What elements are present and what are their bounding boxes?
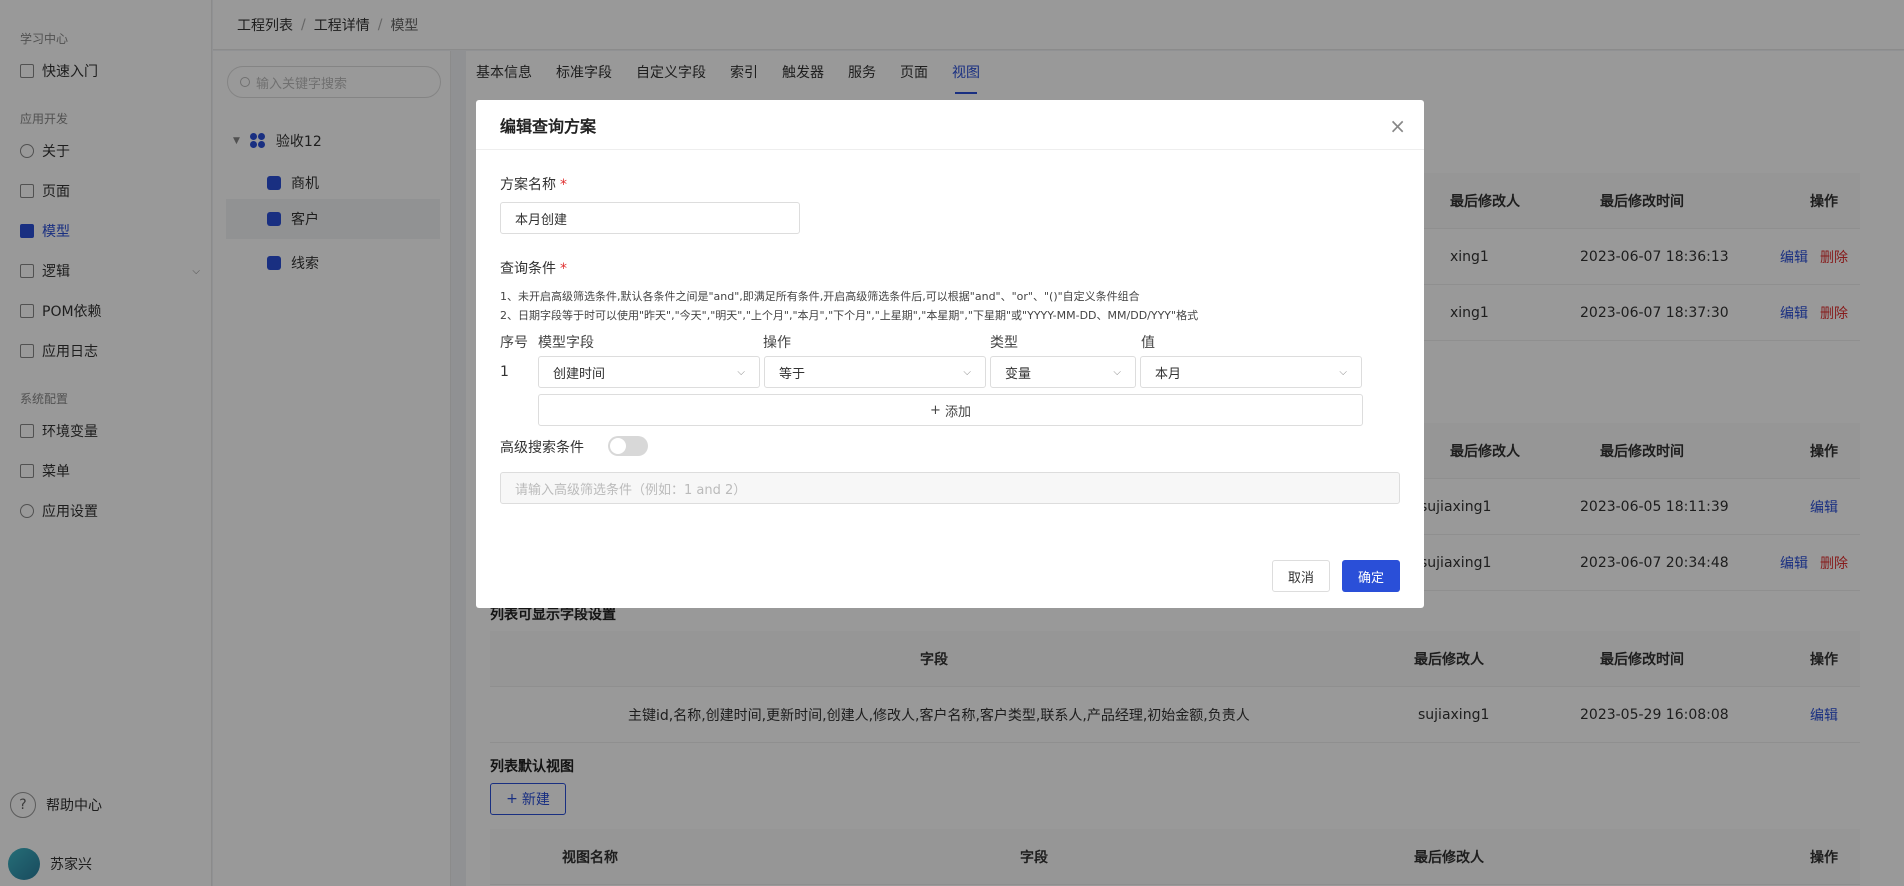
required-mark: * bbox=[560, 177, 567, 193]
col-header-type: 类型 bbox=[990, 335, 1018, 351]
required-mark: * bbox=[560, 261, 567, 277]
advanced-search-label: 高级搜索条件 bbox=[500, 440, 584, 456]
row-index: 1 bbox=[500, 364, 509, 380]
col-header-index: 序号 bbox=[500, 335, 528, 351]
plus-icon: + bbox=[930, 402, 941, 418]
confirm-button[interactable]: 确定 bbox=[1342, 560, 1400, 592]
col-header-value: 值 bbox=[1141, 335, 1155, 351]
edit-query-modal: 编辑查询方案 × 方案名称 * 本月创建 查询条件 * 1、未开启高级筛选条件,默认… bbox=[476, 100, 1424, 608]
advanced-search-toggle[interactable] bbox=[608, 436, 648, 456]
scheme-name-input[interactable]: 本月创建 bbox=[500, 202, 800, 234]
field-select[interactable]: 创建时间 ⌵ bbox=[538, 356, 760, 388]
advanced-condition-input[interactable]: 请输入高级筛选条件（例如：1 and 2） bbox=[500, 472, 1400, 504]
col-header-operator: 操作 bbox=[763, 335, 791, 351]
close-icon[interactable]: × bbox=[1389, 114, 1406, 138]
condition-note-1: 1、未开启高级筛选条件,默认各条件之间是"and",即满足所有条件,开启高级筛选… bbox=[500, 290, 1140, 303]
operator-select[interactable]: 等于 ⌵ bbox=[764, 356, 986, 388]
chevron-down-icon: ⌵ bbox=[1113, 366, 1121, 378]
col-header-field: 模型字段 bbox=[538, 335, 594, 351]
modal-title: 编辑查询方案 bbox=[476, 100, 1424, 150]
value-select[interactable]: 本月 ⌵ bbox=[1140, 356, 1362, 388]
chevron-down-icon: ⌵ bbox=[1339, 366, 1347, 378]
type-select[interactable]: 变量 ⌵ bbox=[990, 356, 1136, 388]
cancel-button[interactable]: 取消 bbox=[1272, 560, 1330, 592]
condition-note-2: 2、日期字段等于时可以使用"昨天","今天","明天","上个月","本月","… bbox=[500, 309, 1199, 322]
scheme-name-label: 方案名称 * bbox=[500, 177, 567, 193]
chevron-down-icon: ⌵ bbox=[737, 366, 745, 378]
add-condition-button[interactable]: + 添加 bbox=[538, 394, 1363, 426]
query-condition-label: 查询条件 * bbox=[500, 261, 567, 277]
chevron-down-icon: ⌵ bbox=[963, 366, 971, 378]
